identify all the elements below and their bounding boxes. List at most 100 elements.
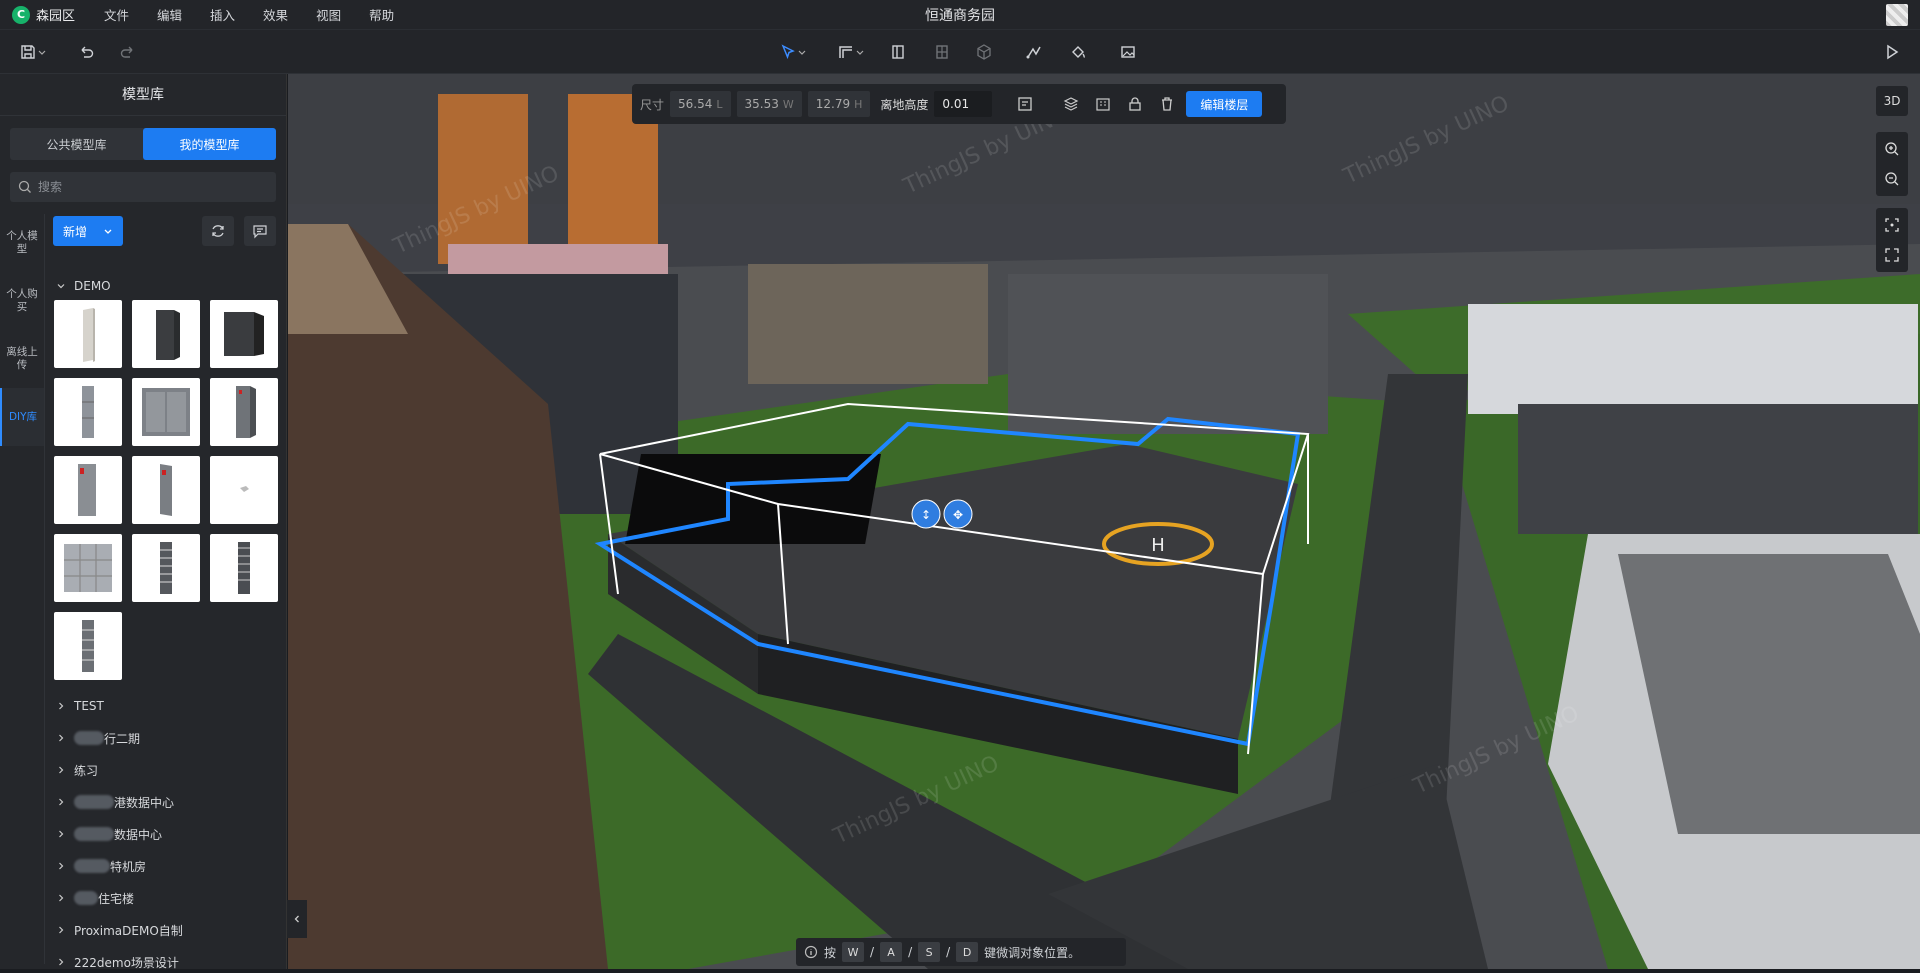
vtab-personal-models[interactable]: 个人模型 [0,214,44,272]
refresh-icon [212,225,224,237]
properties-button[interactable] [1012,91,1038,117]
group-label: 特机房 [110,859,147,874]
door-tool-button[interactable] [886,40,910,64]
group-demo[interactable]: DEMO [56,275,111,297]
redo-button[interactable] [116,40,140,64]
group-item[interactable]: 数据中心 [56,823,162,845]
menu-file[interactable]: 文件 [90,5,143,24]
chevron-down-icon [38,50,46,55]
search-input[interactable] [38,180,258,194]
menu-effects[interactable]: 效果 [249,5,302,24]
chevron-right-icon [59,926,64,934]
server-model-icon [160,542,172,594]
app-name: 森园区 [36,9,76,24]
building-button[interactable] [1090,91,1116,117]
model-thumbnail[interactable] [54,300,122,368]
cube-icon [977,44,991,60]
model-thumbnail[interactable] [54,612,122,680]
wall-tool-button[interactable] [834,40,868,64]
app-logo[interactable]: C 森园区 [0,5,90,24]
group-item[interactable]: 练习 [56,759,98,781]
chevron-right-icon [59,862,64,870]
zoom-out-icon[interactable] [1884,171,1900,187]
chevron-down-icon [856,50,864,55]
select-tool-button[interactable] [776,40,810,64]
edit-floor-button[interactable]: 编辑楼层 [1186,91,1263,117]
height-field[interactable]: 12.79 H [807,91,871,117]
image-tool-button[interactable] [1116,40,1140,64]
path-tool-button[interactable] [1022,40,1046,64]
group-item[interactable]: 特机房 [56,855,146,877]
refresh-button[interactable] [202,216,234,246]
separator: / [946,945,951,959]
menu-edit[interactable]: 编辑 [143,5,196,24]
menu-insert[interactable]: 插入 [196,5,249,24]
server-model-icon [238,542,250,594]
model-thumbnail[interactable] [54,456,122,524]
group-item[interactable]: 住宅楼 [56,887,134,909]
tab-public-library[interactable]: 公共模型库 [10,128,143,160]
menu-help[interactable]: 帮助 [355,5,408,24]
double-door-model-icon [142,388,190,436]
helipad-letter: H [1151,535,1165,556]
delete-button[interactable] [1154,91,1180,117]
model-thumbnail[interactable] [210,534,278,602]
lock-button[interactable] [1122,91,1148,117]
locker-model-icon [64,544,112,592]
chevron-right-icon [59,894,64,902]
group-item[interactable]: 港数据中心 [56,791,174,813]
model-thumbnail[interactable] [54,534,122,602]
save-icon [21,45,35,59]
hint-suffix: 键微调对象位置。 [984,945,1081,960]
vtab-personal-purchased[interactable]: 个人购买 [0,272,44,330]
model-thumbnail[interactable] [132,456,200,524]
width-field[interactable]: 35.53 W [736,91,802,117]
model-thumbnail[interactable] [210,378,278,446]
model-thumbnail[interactable] [132,300,200,368]
model-thumbnail[interactable] [132,378,200,446]
view-controls [1876,208,1908,272]
elevation-input[interactable]: 0.01 [934,91,993,117]
server-model-icon [82,620,94,672]
menu-view[interactable]: 视图 [302,5,355,24]
save-button[interactable] [16,40,50,64]
cabinet-model-icon [224,312,264,356]
paint-tool-button[interactable] [1066,40,1090,64]
rack-model-icon [78,464,96,516]
focus-icon[interactable] [1884,217,1900,233]
collapse-sidebar-button[interactable] [287,900,307,938]
building-icon [1096,98,1111,111]
zoom-in-icon[interactable] [1884,141,1900,157]
tab-my-library[interactable]: 我的模型库 [143,128,276,160]
separator: / [870,945,875,959]
group-item[interactable]: 行二期 [56,727,140,749]
vtab-diy-library[interactable]: DIY库 [0,388,44,446]
group-label: 行二期 [104,731,141,746]
scene-render: H ↕ ✥ ThingJS by UINO ThingJS by UINO Th… [288,74,1920,969]
model-thumbnail[interactable] [54,378,122,446]
size-label: 尺寸 [640,97,665,112]
chevron-right-icon [59,702,64,710]
divider [44,214,45,964]
group-item[interactable]: ProximaDEMO自制 [56,919,183,941]
feedback-button[interactable] [244,216,276,246]
length-field[interactable]: 56.54 L [670,91,731,117]
fullscreen-icon[interactable] [1884,247,1900,263]
model-thumbnail[interactable] [132,534,200,602]
model-thumbnail[interactable] [210,300,278,368]
view-mode-toggle[interactable]: 3D [1876,86,1908,116]
scene-viewport[interactable]: H ↕ ✥ ThingJS by UINO ThingJS by UINO Th… [288,74,1920,969]
undo-button[interactable] [74,40,98,64]
play-button[interactable] [1880,40,1904,64]
group-item[interactable]: TEST [56,695,104,717]
group-item[interactable]: 222demo场景设计 [56,951,179,973]
model-thumbnail[interactable] [210,456,278,524]
add-button[interactable]: 新增 [53,216,123,246]
vtab-offline-upload[interactable]: 离线上传 [0,330,44,388]
window-tool-button[interactable] [930,40,954,64]
avatar[interactable] [1886,4,1908,26]
svg-text:↕: ↕ [921,508,931,522]
object-property-toolbar: 尺寸 56.54 L 35.53 W 12.79 H 离地高度 0.01 编辑楼层 [632,84,1286,124]
cube-tool-button[interactable] [972,40,996,64]
layers-button[interactable] [1058,91,1084,117]
